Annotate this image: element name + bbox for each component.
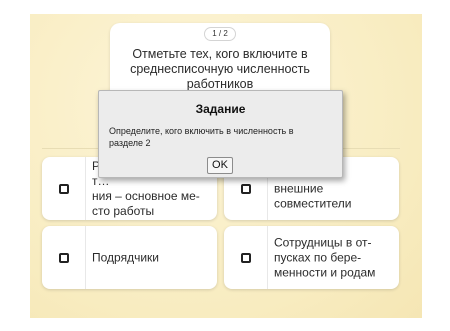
option-label: Подрядчики — [92, 250, 159, 264]
checkbox[interactable] — [59, 252, 69, 263]
checkbox-zone[interactable] — [42, 226, 86, 289]
dialog-message: Определите, кого включить в численность … — [109, 126, 294, 148]
checkbox[interactable] — [241, 183, 251, 194]
checkbox[interactable] — [241, 252, 251, 263]
option-card[interactable]: Сотрудницы в от-пусках по бере-менности … — [224, 226, 399, 289]
ok-button[interactable]: OK — [207, 157, 233, 174]
checkbox-zone[interactable] — [224, 226, 268, 289]
checkbox[interactable] — [59, 183, 69, 194]
option-card[interactable]: Подрядчики — [42, 226, 217, 289]
question-counter: 1 / 2 — [204, 27, 236, 41]
question-text: Отметьте тех, кого включите в среднеспис… — [130, 47, 310, 91]
checkbox-zone[interactable] — [42, 157, 86, 220]
task-dialog: Задание Определите, кого включить в числ… — [98, 90, 343, 178]
option-label: Сотрудницы в от-пусках по бере-менности … — [274, 235, 376, 279]
dialog-title: Задание — [195, 102, 246, 116]
